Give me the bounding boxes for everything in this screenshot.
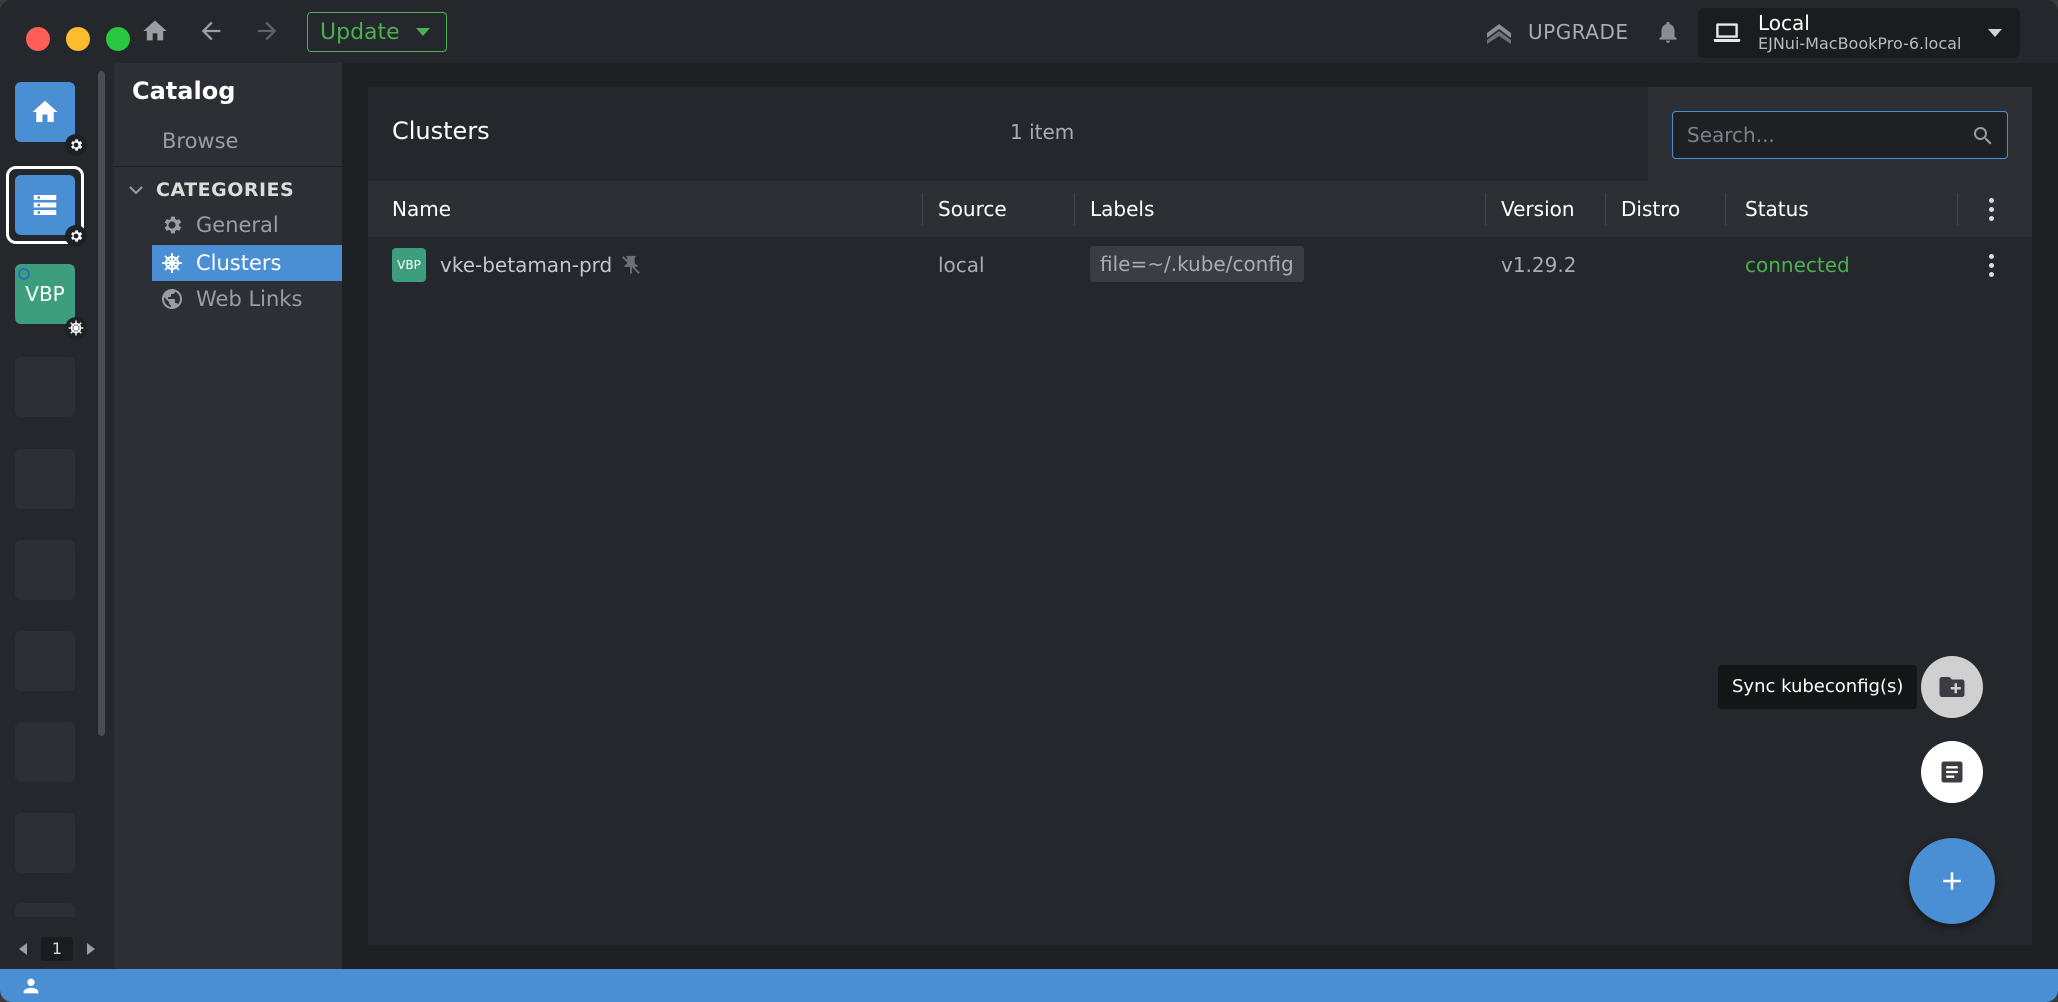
column-header-source[interactable]: Source (938, 197, 1007, 221)
search-box[interactable] (1672, 111, 2008, 159)
sync-tooltip: Sync kubeconfig(s) (1718, 665, 1918, 709)
chevron-right-icon[interactable] (87, 943, 95, 955)
chevron-down-icon (129, 186, 143, 195)
catalog-sidebar: Catalog Browse CATEGORIES General Cluste… (114, 63, 342, 969)
clusters-panel: Clusters 1 item Name Source Labels Versi… (368, 87, 2032, 945)
column-header-status[interactable]: Status (1745, 197, 1809, 221)
hotbar-empty-slot[interactable] (15, 357, 75, 417)
home-icon (32, 100, 58, 122)
gear-icon (65, 134, 87, 156)
column-resize-handle[interactable] (1957, 193, 1958, 225)
main-content: Clusters 1 item Name Source Labels Versi… (342, 63, 2058, 969)
gear-icon (164, 216, 182, 234)
title-bar: Update UPGRADE Local EJNui-MacBookPro-6.… (0, 0, 2058, 63)
table-row[interactable]: VBP vke-betaman-prd local file=~/.kube/c… (368, 237, 2032, 293)
app-window: Update UPGRADE Local EJNui-MacBookPro-6.… (0, 0, 2058, 1002)
host-name: Local (1758, 11, 1810, 36)
sidebar-item-browse[interactable]: Browse (162, 129, 238, 153)
gear-icon (65, 225, 87, 247)
categories-toggle[interactable]: CATEGORIES (128, 175, 294, 205)
add-from-kubeconfig-button[interactable] (1921, 741, 1983, 803)
search-input[interactable] (1687, 122, 1957, 148)
sidebar-divider (114, 166, 342, 167)
home-icon[interactable] (138, 14, 172, 48)
plus-icon (1943, 872, 1961, 890)
cluster-version: v1.29.2 (1501, 253, 1577, 277)
item-count: 1 item (1010, 120, 1075, 144)
column-resize-handle[interactable] (1485, 193, 1486, 225)
chevron-down-icon (1988, 29, 2002, 37)
hotbar-empty-slot[interactable] (15, 722, 75, 782)
status-bar (0, 969, 2058, 1002)
document-icon (1941, 761, 1963, 783)
back-arrow-icon[interactable] (194, 14, 228, 48)
sidebar-item-clusters[interactable]: Clusters (152, 245, 342, 281)
hotbar-pager: 1 (0, 931, 114, 967)
panel-header: Clusters 1 item (368, 87, 2032, 181)
table-header: Name Source Labels Version Distro Status (368, 181, 2032, 237)
column-header-labels[interactable]: Labels (1090, 197, 1154, 221)
column-resize-handle[interactable] (1605, 193, 1606, 225)
page-title: Clusters (392, 117, 490, 145)
row-menu-kebab-icon[interactable] (1979, 250, 2003, 280)
sidebar-item-label: General (196, 213, 279, 237)
forward-arrow-icon[interactable] (250, 14, 284, 48)
column-header-distro[interactable]: Distro (1621, 197, 1680, 221)
connection-dot-icon (18, 268, 30, 280)
update-button[interactable]: Update (307, 12, 447, 52)
column-header-name[interactable]: Name (392, 197, 451, 221)
update-label: Update (320, 19, 400, 45)
cluster-name: vke-betaman-prd (440, 253, 613, 277)
minimize-window-button[interactable] (66, 27, 90, 51)
folder-add-icon (1939, 677, 1965, 697)
helm-wheel-icon (65, 317, 87, 339)
helm-wheel-icon (162, 253, 182, 273)
chevron-left-icon[interactable] (19, 943, 27, 955)
list-icon (33, 195, 57, 215)
chevron-down-icon (415, 28, 430, 36)
close-window-button[interactable] (26, 27, 50, 51)
column-resize-handle[interactable] (1725, 193, 1726, 225)
sync-kubeconfig-button[interactable] (1921, 656, 1983, 718)
hotbar: VBP 1 (0, 63, 114, 969)
upgrade-chevrons-icon (1487, 24, 1511, 44)
hotbar-page-number: 1 (41, 937, 73, 961)
host-selector[interactable]: Local EJNui-MacBookPro-6.local (1698, 8, 2020, 58)
upgrade-button[interactable]: UPGRADE (1484, 14, 1629, 50)
cluster-label-badge[interactable]: file=~/.kube/config (1090, 246, 1304, 282)
sidebar-item-general[interactable]: General (152, 207, 342, 243)
host-subtitle: EJNui-MacBookPro-6.local (1758, 34, 1962, 54)
hotbar-vbp-label: VBP (25, 282, 65, 306)
hotbar-scrollbar[interactable] (98, 71, 105, 736)
hotbar-empty-slot[interactable] (15, 813, 75, 873)
hotbar-empty-slot[interactable] (15, 631, 75, 691)
cluster-avatar: VBP (392, 248, 426, 282)
column-header-version[interactable]: Version (1501, 197, 1575, 221)
column-menu-kebab-icon[interactable] (1979, 194, 2003, 224)
upgrade-label: UPGRADE (1528, 20, 1629, 44)
search-icon[interactable] (1971, 124, 1995, 148)
globe-icon (162, 289, 182, 309)
sidebar-item-label: Web Links (196, 287, 303, 311)
categories-label: CATEGORIES (156, 179, 295, 201)
hotbar-item-home[interactable] (15, 82, 75, 142)
hotbar-empty-slot[interactable] (15, 449, 75, 509)
bell-icon[interactable] (1652, 16, 1684, 48)
search-area (1648, 87, 2032, 181)
laptop-icon (1713, 23, 1741, 42)
status-badge: connected (1745, 253, 1850, 277)
pin-off-icon[interactable] (620, 254, 642, 276)
cluster-source: local (938, 253, 985, 277)
add-cluster-button[interactable] (1909, 838, 1995, 924)
zoom-window-button[interactable] (106, 27, 130, 51)
column-resize-handle[interactable] (1074, 193, 1075, 225)
user-icon[interactable] (20, 975, 42, 997)
hotbar-empty-slot[interactable] (15, 540, 75, 600)
sidebar-item-web-links[interactable]: Web Links (152, 281, 342, 317)
sidebar-item-label: Clusters (196, 251, 282, 275)
hotbar-empty-slot[interactable] (15, 903, 75, 917)
sidebar-title: Catalog (132, 77, 236, 105)
hotbar-item-catalog[interactable] (15, 175, 75, 235)
column-resize-handle[interactable] (922, 193, 923, 225)
